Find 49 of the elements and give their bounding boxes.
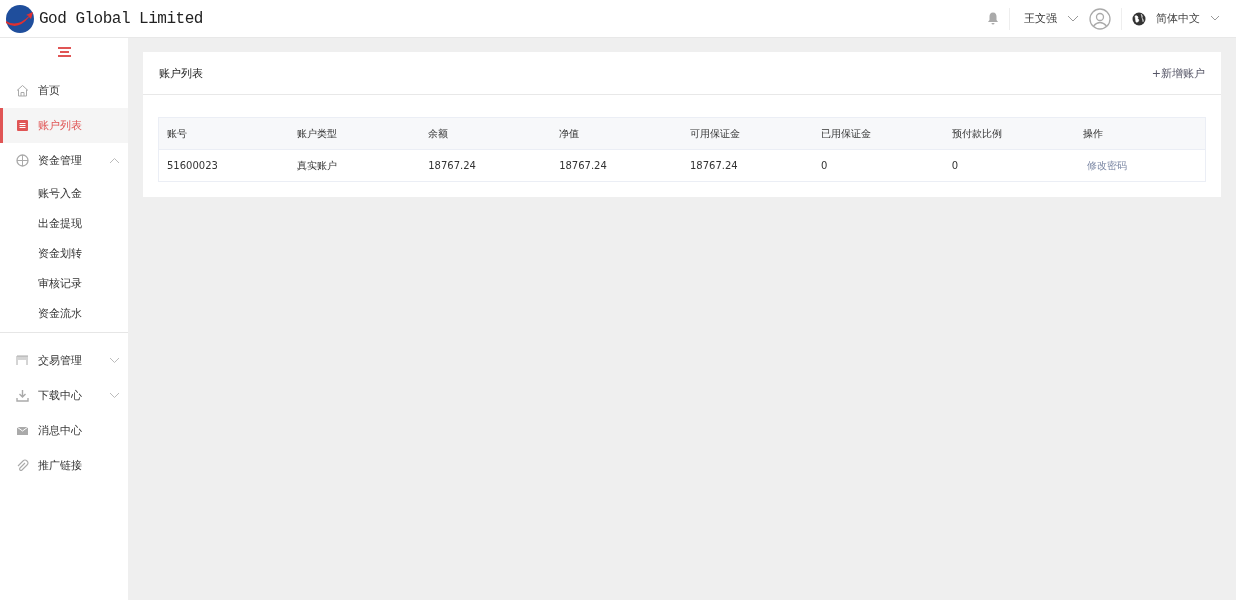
table-cell: 0 bbox=[812, 149, 944, 182]
sidebar-item[interactable]: 交易管理 bbox=[0, 343, 128, 378]
logo-icon bbox=[5, 3, 35, 34]
user-name[interactable]: 王文强 bbox=[1024, 11, 1057, 26]
menu-icon[interactable] bbox=[57, 47, 71, 57]
table-cell: 18767.24 bbox=[682, 149, 813, 182]
card-title: 账户列表 bbox=[159, 65, 203, 81]
chevron-icon bbox=[109, 357, 120, 364]
column-header: 账号 bbox=[158, 117, 290, 150]
column-header: 已用保证金 bbox=[812, 117, 944, 150]
sidebar-item[interactable]: 消息中心 bbox=[0, 413, 128, 448]
column-header: 净值 bbox=[551, 117, 682, 150]
nav-icon bbox=[16, 389, 29, 402]
submenu-item[interactable]: 审核记录 bbox=[0, 268, 128, 298]
nav-icon bbox=[16, 119, 29, 132]
column-header: 预付款比例 bbox=[943, 117, 1075, 150]
chevron-down-icon[interactable] bbox=[1067, 14, 1079, 23]
avatar-icon[interactable] bbox=[1089, 7, 1111, 30]
nav-icon bbox=[16, 424, 29, 437]
add-account-link[interactable]: +新增账户 bbox=[1151, 65, 1205, 81]
sidebar-item[interactable]: 推广链接 bbox=[0, 448, 128, 483]
column-header: 账户类型 bbox=[289, 117, 421, 150]
nav-icon bbox=[16, 154, 29, 167]
change-password-link[interactable]: 修改密码 bbox=[1082, 159, 1127, 171]
column-header: 操作 bbox=[1074, 117, 1206, 150]
bell-icon[interactable] bbox=[987, 12, 999, 25]
table-cell: 51600023 bbox=[158, 149, 290, 182]
sidebar-item[interactable]: 下载中心 bbox=[0, 378, 128, 413]
table-cell: 0 bbox=[943, 149, 1075, 182]
nav-icon bbox=[16, 354, 29, 367]
nav-icon bbox=[16, 459, 29, 472]
sidebar-item[interactable]: 账户列表 bbox=[0, 108, 128, 143]
chevron-icon bbox=[109, 392, 120, 399]
column-header: 可用保证金 bbox=[682, 117, 813, 150]
chevron-down-icon[interactable] bbox=[1210, 15, 1220, 22]
submenu-item[interactable]: 资金划转 bbox=[0, 238, 128, 268]
nav-icon bbox=[16, 84, 29, 97]
submenu-item[interactable]: 账号入金 bbox=[0, 178, 128, 208]
submenu-item[interactable]: 资金流水 bbox=[0, 298, 128, 328]
sidebar-item[interactable]: 首页 bbox=[0, 73, 128, 108]
table-cell: 18767.24 bbox=[551, 149, 682, 182]
language-selector[interactable]: 简体中文 bbox=[1156, 11, 1200, 26]
table-cell: 18767.24 bbox=[420, 149, 552, 182]
chevron-icon bbox=[109, 157, 120, 164]
submenu-item[interactable]: 出金提现 bbox=[0, 208, 128, 238]
column-header: 余额 bbox=[420, 117, 552, 150]
table-cell: 真实账户 bbox=[289, 149, 421, 182]
sidebar-item[interactable]: 资金管理 bbox=[0, 143, 128, 178]
logo-text: God Global Limited bbox=[39, 9, 203, 28]
